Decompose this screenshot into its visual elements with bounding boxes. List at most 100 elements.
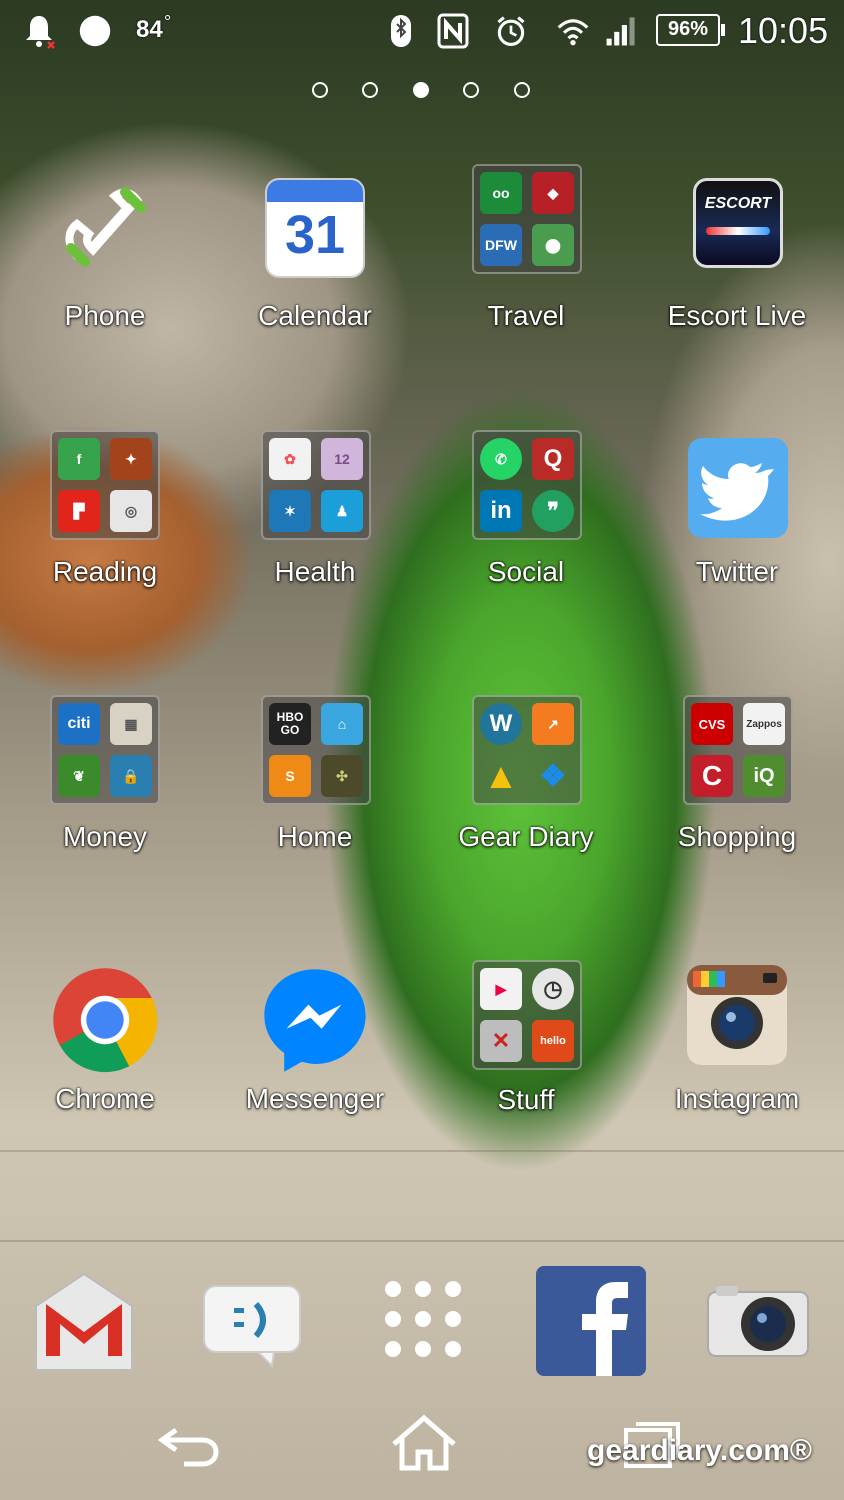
folder-icon: citi ▦ ❦ 🔒 — [50, 695, 160, 805]
weather-moon-icon — [79, 15, 111, 47]
page-dot[interactable] — [463, 82, 479, 98]
folder-icon: ▶ ◷ ✕ hello — [472, 960, 582, 1070]
folder-reading[interactable]: f ✦ ▛ ◎ Reading — [10, 430, 200, 600]
hello-icon: hello — [532, 1020, 574, 1062]
cvs-icon: CVS — [691, 703, 733, 745]
app-chrome[interactable]: Chrome — [10, 965, 200, 1135]
folder-health[interactable]: ✿ 12 ✶ ♟ Health — [220, 430, 410, 600]
wallpaper-line — [0, 1240, 844, 1242]
folder-icon: f ✦ ▛ ◎ — [50, 430, 160, 540]
folder-label: Money — [62, 821, 148, 852]
page-dot[interactable] — [362, 82, 378, 98]
clock-time: 10:05 — [738, 10, 829, 51]
calendar-mini-icon: 12 — [321, 438, 363, 480]
folder-home[interactable]: HBO GO ⌂ S ✣ Home — [220, 695, 410, 865]
play-store-icon: ▶ — [480, 968, 522, 1010]
messenger-bolt-icon — [264, 969, 366, 1072]
wallpaper-line — [0, 1150, 844, 1152]
gmail-icon[interactable] — [32, 1270, 136, 1374]
folder-label: Home — [277, 821, 353, 852]
app-instagram[interactable]: Instagram — [642, 965, 832, 1135]
folder-gear-diary[interactable]: W ↗ ▲ ❖ Gear Diary — [431, 695, 621, 865]
folder-icon: W ↗ ▲ ❖ — [472, 695, 582, 805]
app-calendar[interactable]: 31 Calendar — [220, 178, 410, 348]
app-label: Escort Live — [667, 300, 807, 331]
temperature-value: 84 — [136, 16, 163, 43]
runner-icon: ♟ — [321, 490, 363, 532]
grocery-iq-icon: iQ — [743, 755, 785, 797]
calendar-icon: 31 — [265, 178, 365, 278]
app-escort-live[interactable]: ESCORT Escort Live — [642, 178, 832, 348]
page-indicator — [310, 82, 540, 104]
dropbox-icon: ❖ — [539, 759, 567, 793]
maps-pin-icon: ⬤ — [532, 224, 574, 266]
nfc-icon — [437, 13, 469, 49]
chrome-icon — [53, 968, 158, 1073]
app-messenger[interactable]: Messenger — [220, 965, 410, 1135]
cinemark-icon: C — [691, 755, 733, 797]
clock-icon: ◷ — [532, 968, 574, 1010]
bluetooth-icon — [391, 15, 411, 47]
home-icon[interactable] — [384, 1412, 464, 1474]
status-bar: 84 ° 96% 10:05 — [0, 0, 844, 62]
folder-travel[interactable]: oo ◆ DFW ⬤ Travel — [431, 164, 621, 334]
soundhound-icon: S — [269, 755, 311, 797]
escort-icon-text: ESCORT — [704, 195, 772, 212]
folder-label: Social — [487, 556, 565, 587]
shield-icon: ◆ — [532, 172, 574, 214]
temperature-unit: ° — [164, 12, 172, 32]
folder-label: Health — [274, 556, 356, 587]
folder-label: Travel — [487, 300, 565, 331]
folder-icon: oo ◆ DFW ⬤ — [472, 164, 582, 274]
page-dot-active[interactable] — [413, 82, 429, 98]
page-dot[interactable] — [312, 82, 328, 98]
wordpress-icon: W — [480, 703, 522, 745]
folder-label: Gear Diary — [458, 821, 594, 852]
wifi-icon — [557, 19, 589, 46]
tools-icon: ✕ — [480, 1020, 522, 1062]
quora-icon: Q — [532, 438, 574, 480]
instagram-camera-icon — [687, 965, 787, 1065]
flipboard-icon: ▛ — [58, 490, 100, 532]
folder-shopping[interactable]: CVS Zappos C iQ Shopping — [642, 695, 832, 865]
app-label: Messenger — [245, 1083, 385, 1114]
hangouts-icon: ❞ — [532, 490, 574, 532]
twitter-bird-icon — [688, 438, 788, 538]
back-icon[interactable] — [150, 1412, 230, 1474]
citi-icon: citi — [58, 703, 100, 745]
app-label: Instagram — [674, 1083, 800, 1114]
linkedin-icon: in — [480, 490, 522, 532]
messaging-icon[interactable] — [200, 1282, 304, 1370]
analytics-icon: ↗ — [532, 703, 574, 745]
app-twitter[interactable]: Twitter — [642, 438, 832, 608]
flower-icon: ✿ — [269, 438, 311, 480]
folder-money[interactable]: citi ▦ ❦ 🔒 Money — [10, 695, 200, 865]
fitness-figure-icon: ✶ — [269, 490, 311, 532]
facebook-icon[interactable] — [536, 1266, 646, 1376]
calculator-icon: ▦ — [110, 703, 152, 745]
lock-icon: 🔒 — [110, 755, 152, 797]
phone-handset-icon — [65, 187, 146, 267]
app-phone[interactable]: Phone — [10, 178, 200, 348]
folder-stuff[interactable]: ▶ ◷ ✕ hello Stuff — [431, 960, 621, 1130]
camera-icon[interactable] — [706, 1284, 810, 1358]
folder-icon: ✿ 12 ✶ ♟ — [261, 430, 371, 540]
app-label: Calendar — [258, 300, 372, 331]
plant-icon: ✣ — [321, 755, 363, 797]
rooster-icon: ✦ — [110, 438, 152, 480]
folder-label: Reading — [52, 556, 158, 587]
app-drawer-icon[interactable] — [380, 1276, 466, 1362]
alarm-clock-icon — [497, 16, 525, 46]
feedly-icon: f — [58, 438, 100, 480]
folder-icon: CVS Zappos C iQ — [683, 695, 793, 805]
tripadvisor-owl-icon: oo — [480, 172, 522, 214]
calendar-icon-date: 31 — [284, 205, 346, 265]
page-dot[interactable] — [514, 82, 530, 98]
folder-social[interactable]: ✆ Q in ❞ Social — [431, 430, 621, 600]
watermark-text: geardiary.com® — [587, 1434, 812, 1467]
folder-label: Shopping — [677, 821, 797, 852]
zappos-icon: Zappos — [743, 703, 785, 745]
battery-icon: 96% — [656, 14, 725, 46]
app-label: Chrome — [55, 1083, 155, 1114]
drive-icon: ▲ — [483, 755, 519, 796]
